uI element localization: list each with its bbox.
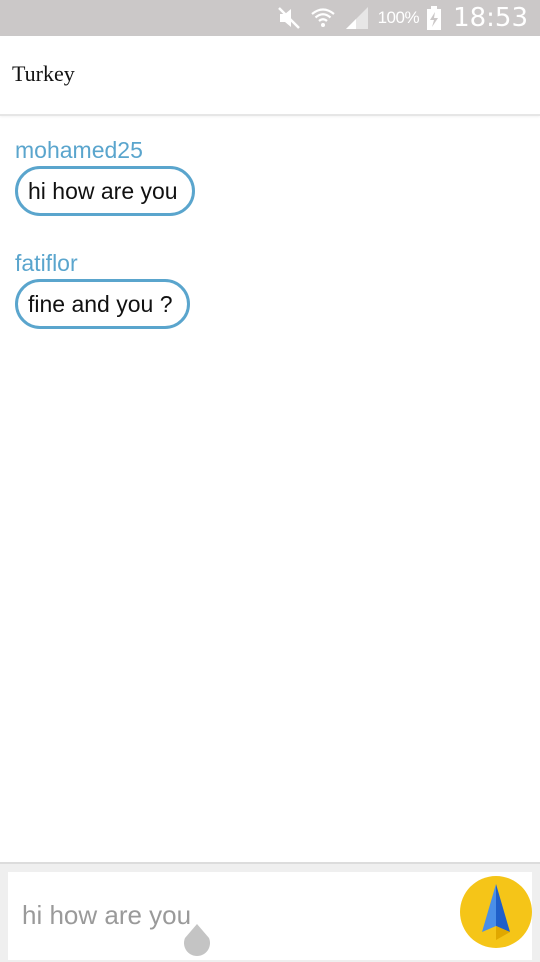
message-bubble: hi how are you xyxy=(15,166,195,216)
composer-box xyxy=(8,872,532,960)
composer-bar xyxy=(0,862,540,962)
message-bubble: fine and you ? xyxy=(15,279,190,329)
message-list[interactable]: mohamed25 hi how are you fatiflor fine a… xyxy=(0,120,540,862)
room-title: Turkey xyxy=(12,61,75,86)
signal-icon xyxy=(344,5,370,31)
battery-percentage: 100% xyxy=(377,8,420,27)
send-arrow-icon xyxy=(482,884,510,940)
message-username: mohamed25 xyxy=(15,137,143,163)
message-item: mohamed25 hi how are you xyxy=(15,137,195,216)
message-item: fatiflor fine and you ? xyxy=(15,250,190,329)
battery-charging-icon xyxy=(427,6,442,30)
send-button[interactable] xyxy=(460,876,532,948)
wifi-icon xyxy=(310,5,336,31)
message-input[interactable] xyxy=(22,892,442,938)
chat-header: Turkey xyxy=(0,36,540,116)
text-cursor-handle[interactable] xyxy=(181,922,213,956)
mute-icon xyxy=(276,5,302,31)
status-icons: 100% 18:53 xyxy=(276,0,528,36)
status-bar: 100% 18:53 xyxy=(0,0,540,36)
status-time: 18:53 xyxy=(453,3,528,33)
message-username: fatiflor xyxy=(15,250,78,276)
